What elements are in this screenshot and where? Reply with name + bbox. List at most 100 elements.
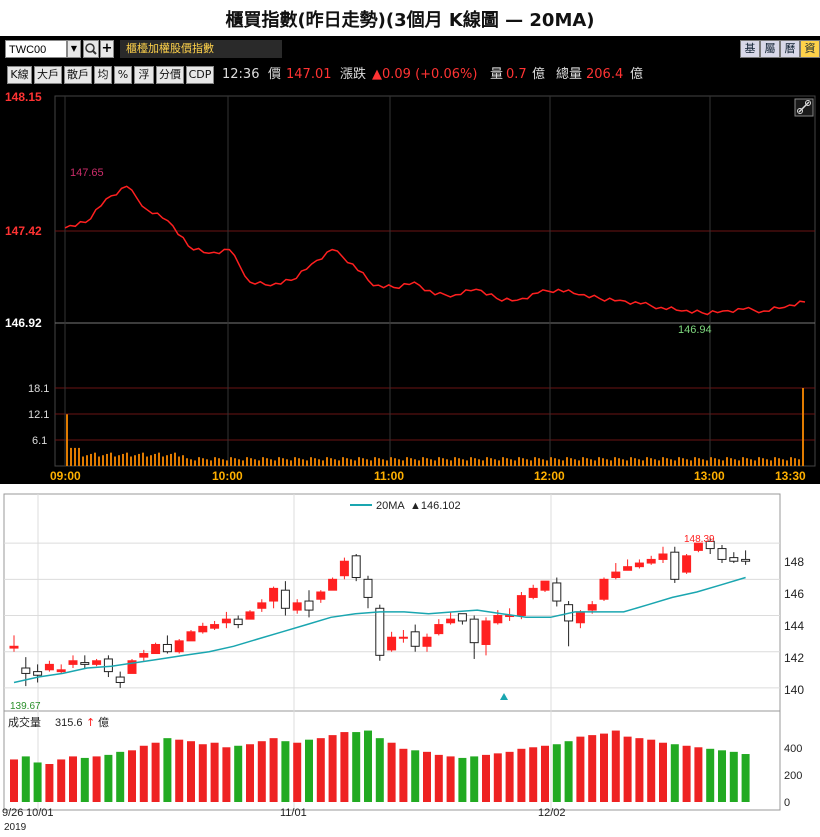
candle-body bbox=[292, 602, 302, 611]
intraday-volume-bar bbox=[562, 460, 564, 466]
price-distribution-button[interactable]: 分價 bbox=[156, 66, 184, 84]
intraday-volume-bar bbox=[490, 458, 492, 466]
intraday-volume-bar bbox=[410, 458, 412, 466]
vol-tick-400: 400 bbox=[784, 743, 802, 755]
vol-tick-6: 6.1 bbox=[32, 435, 47, 447]
intraday-volume-bar bbox=[694, 457, 696, 466]
percent-button[interactable]: % bbox=[114, 66, 132, 84]
intraday-volume-bar bbox=[530, 460, 532, 466]
intraday-volume-bar bbox=[746, 458, 748, 466]
intraday-volume-bar bbox=[782, 459, 784, 466]
toolbar-secondary: K線 大戶 散戶 均 % 浮 分價 CDP 12:36 價 147.01 漲跌 … bbox=[0, 66, 820, 86]
candle-body bbox=[422, 636, 432, 647]
kline-volume-bar bbox=[104, 754, 113, 802]
intraday-volume-bar bbox=[154, 453, 156, 466]
intraday-volume-bar bbox=[710, 457, 712, 466]
intraday-volume-bar bbox=[258, 460, 260, 466]
candle-body bbox=[92, 660, 102, 665]
intraday-volume-bar bbox=[498, 460, 500, 466]
intraday-volume-bar bbox=[718, 459, 720, 466]
vol-tick-200: 200 bbox=[784, 770, 802, 782]
info-button[interactable]: 資 bbox=[800, 40, 820, 58]
kline-button[interactable]: K線 bbox=[7, 66, 32, 84]
calendar-button[interactable]: 曆 bbox=[780, 40, 800, 58]
big-holder-button[interactable]: 大戶 bbox=[34, 66, 62, 84]
candle-body bbox=[68, 660, 78, 665]
kline-volume-bar bbox=[623, 736, 632, 802]
intraday-volume-bar bbox=[638, 459, 640, 466]
intraday-volume-bar bbox=[450, 460, 452, 466]
intraday-volume-bar bbox=[198, 457, 200, 466]
float-button[interactable]: 浮 bbox=[134, 66, 154, 84]
intraday-volume-bar bbox=[514, 460, 516, 466]
intraday-volume-bar bbox=[174, 452, 176, 466]
volume-value: 315.6 bbox=[55, 717, 83, 729]
intraday-volume-bar bbox=[170, 453, 172, 466]
intraday-volume-bar bbox=[318, 459, 320, 466]
kline-volume-bar bbox=[434, 754, 443, 802]
kline-volume-bar bbox=[246, 744, 254, 802]
intraday-volume-bar bbox=[706, 460, 708, 466]
intraday-volume-bar bbox=[138, 453, 140, 466]
kline-volume-bar bbox=[446, 756, 455, 802]
kline-volume-bar bbox=[706, 748, 715, 802]
kline-x-tick-0926: 9/26 bbox=[2, 807, 23, 819]
intraday-volume-bar bbox=[162, 456, 164, 466]
retail-button[interactable]: 散戶 bbox=[64, 66, 92, 84]
intraday-volume-bar bbox=[550, 457, 552, 466]
intraday-volume-bar bbox=[374, 457, 376, 466]
candle-body bbox=[387, 636, 397, 651]
kline-volume-bar bbox=[482, 754, 490, 802]
candle-body bbox=[682, 555, 692, 573]
kline-volume-bar bbox=[257, 741, 266, 802]
kline-x-tick-1101: 11/01 bbox=[280, 807, 307, 819]
cdp-button[interactable]: CDP bbox=[186, 66, 214, 84]
x-tick-1300: 13:00 bbox=[694, 469, 725, 483]
intraday-volume-bar bbox=[522, 458, 524, 466]
intraday-volume-bar bbox=[290, 460, 292, 466]
add-icon[interactable]: + bbox=[100, 40, 114, 58]
intraday-volume-bar bbox=[722, 460, 724, 466]
plot-frame bbox=[54, 95, 816, 467]
kline-y-tick-140: 140 bbox=[784, 683, 804, 697]
intraday-volume-bar bbox=[730, 458, 732, 466]
attribute-button[interactable]: 屬 bbox=[760, 40, 780, 58]
intraday-volume-bar bbox=[630, 457, 632, 466]
intraday-volume-bar bbox=[194, 460, 196, 466]
intraday-volume-bar bbox=[754, 460, 756, 466]
intraday-volume-bar bbox=[698, 458, 700, 466]
intraday-volume-bar bbox=[642, 460, 644, 466]
intraday-volume-bar bbox=[254, 459, 256, 466]
intraday-volume-bar bbox=[362, 458, 364, 466]
kline-volume-bar bbox=[116, 751, 125, 802]
search-icon[interactable] bbox=[83, 40, 99, 58]
intraday-volume-bar bbox=[426, 458, 428, 466]
intraday-volume-bar bbox=[110, 452, 112, 466]
intraday-volume-bar bbox=[570, 458, 572, 466]
intraday-volume-bar bbox=[166, 455, 168, 466]
intraday-volume-bar bbox=[222, 459, 224, 466]
symbol-input[interactable]: TWC00 bbox=[5, 40, 67, 58]
link-icon[interactable] bbox=[794, 98, 814, 117]
intraday-volume-bar bbox=[542, 459, 544, 466]
kline-volume-bar bbox=[175, 739, 184, 802]
intraday-volume-bar bbox=[406, 457, 408, 466]
kline-volume-bar bbox=[375, 738, 384, 802]
average-button[interactable]: 均 bbox=[94, 66, 112, 84]
intraday-volume-bar bbox=[466, 460, 468, 466]
basic-button[interactable]: 基 bbox=[740, 40, 760, 58]
candle-body bbox=[33, 671, 43, 676]
intraday-volume-bar bbox=[474, 458, 476, 466]
intraday-volume-bar bbox=[114, 456, 116, 466]
kline-volume-bar bbox=[352, 732, 361, 802]
candle-body bbox=[151, 643, 161, 655]
candle-body bbox=[434, 624, 444, 635]
kline-volume-bar bbox=[80, 757, 89, 802]
intraday-volume-bar bbox=[738, 460, 740, 466]
candle-body bbox=[351, 555, 361, 579]
intraday-volume-bar bbox=[470, 457, 472, 466]
kline-volume-bar bbox=[33, 762, 42, 802]
symbol-dropdown-icon[interactable]: ▼ bbox=[67, 40, 81, 58]
kline-volume-bar bbox=[198, 744, 207, 802]
candle-body bbox=[198, 625, 208, 633]
